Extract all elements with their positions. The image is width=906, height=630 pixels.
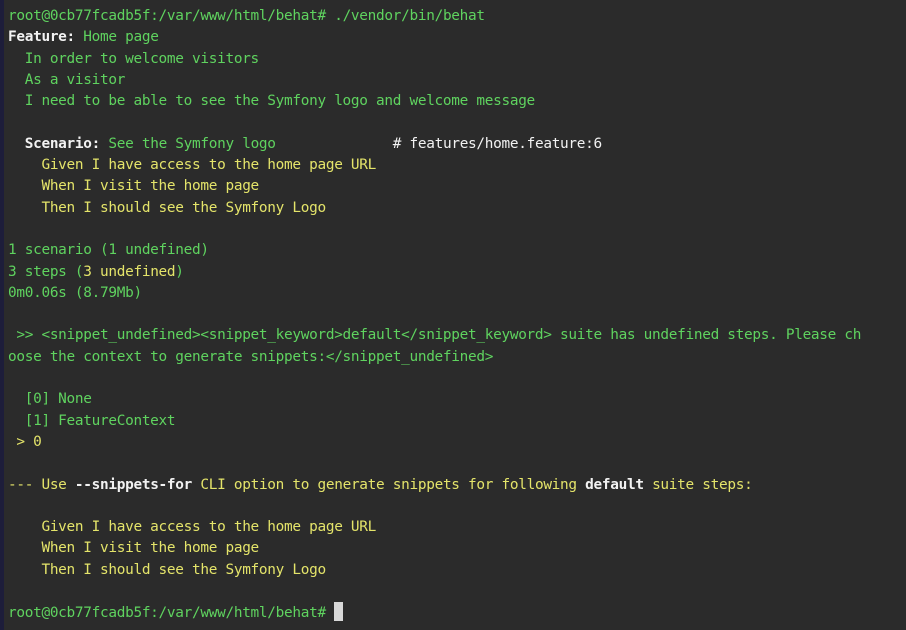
summary-steps-suffix: ) — [175, 263, 184, 280]
context-choice: [0] None — [8, 391, 92, 408]
feature-narrative-line: In order to welcome visitors — [8, 50, 260, 67]
summary-steps: 3 steps (3 undefined) — [0, 262, 906, 283]
window-edge — [0, 0, 4, 630]
final-shell-prompt: root@0cb77fcadb5f:/var/www/html/behat# — [8, 605, 326, 622]
summary-time: 0m0.06s (8.79Mb) — [8, 284, 142, 301]
feature-title: Home page — [74, 29, 159, 46]
command-line: root@0cb77fcadb5f:/var/www/html/behat# .… — [0, 6, 906, 27]
scenario-step: Given I have access to the home page URL — [8, 157, 377, 174]
choice-answer: > 0 — [8, 433, 42, 450]
summary-steps-prefix: 3 steps ( — [8, 263, 84, 280]
shell-prompt: root@0cb77fcadb5f:/var/www/html/behat# — [8, 8, 326, 24]
command-text: ./vendor/bin/behat — [325, 8, 485, 24]
context-choice: [1] FeatureContext — [8, 412, 176, 429]
scenario-keyword: Scenario: — [8, 135, 101, 152]
usage-option: --snippets-for — [74, 476, 193, 493]
scenario-step: When I visit the home page — [8, 178, 259, 195]
summary-steps-undefined: 3 undefined — [83, 263, 176, 280]
snippet-question-line: >> <snippet_undefined><snippet_keyword>d… — [8, 327, 862, 344]
usage-suffix: suite steps: — [643, 476, 753, 493]
undefined-step: Given I have access to the home page URL — [8, 519, 377, 536]
usage-suite: default — [585, 476, 644, 493]
scenario-title: See the Symfony logo — [100, 135, 276, 152]
undefined-step: When I visit the home page — [8, 540, 259, 557]
undefined-step: Then I should see the Symfony Logo — [8, 561, 326, 578]
feature-narrative-line: As a visitor — [8, 71, 126, 88]
feature-heading: Feature: Home page — [0, 27, 906, 48]
scenario-source-comment: # features/home.feature:6 — [392, 135, 602, 152]
snippet-question-line: oose the context to generate snippets:</… — [8, 348, 494, 365]
summary-scenarios: 1 scenario (1 undefined) — [0, 240, 906, 261]
scenario-heading: Scenario: See the Symfony logo # feature… — [0, 134, 906, 155]
text-cursor[interactable] — [334, 602, 344, 622]
usage-prefix: --- Use — [8, 476, 75, 493]
snippets-usage-line: --- Use --snippets-for CLI option to gen… — [0, 475, 906, 496]
usage-middle: CLI option to generate snippets for foll… — [192, 476, 586, 493]
scenario-spacing — [276, 136, 393, 152]
scenario-step: Then I should see the Symfony Logo — [8, 199, 326, 216]
final-prompt-line[interactable]: root@0cb77fcadb5f:/var/www/html/behat# — [0, 602, 906, 623]
feature-narrative-line: I need to be able to see the Symfony log… — [8, 93, 536, 110]
summary-scenarios-text: 1 scenario (1 undefined) — [8, 242, 209, 259]
feature-keyword: Feature: — [8, 29, 75, 46]
terminal-window[interactable]: root@0cb77fcadb5f:/var/www/html/behat# .… — [0, 0, 906, 630]
